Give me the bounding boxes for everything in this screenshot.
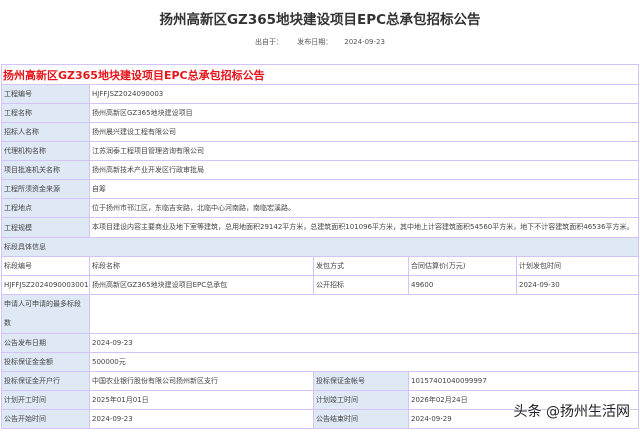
info-row: 工程地点 位于扬州市邗江区，东临吉安路，北临中心河南路，南临宏溪路。 (1, 198, 639, 218)
notice-start-label: 公告开始时间 (1, 409, 90, 429)
info-label: 项目批准机关名称 (1, 160, 90, 180)
deposit-label: 投标保证金金额 (1, 352, 90, 372)
info-row: 招标人名称 扬州晨兴建设工程有限公司 (1, 122, 639, 142)
info-value: 本项目建设内容主要商业及地下室等建筑，总用地面积29142平方米，总建筑面积10… (89, 217, 639, 238)
info-value: 扬州高新区GZ365地块建设项目 (89, 103, 639, 123)
date-label: 发布日期： (297, 38, 333, 46)
lot-header: 合同估算价(万元) (408, 256, 517, 276)
start-label: 计划开工时间 (1, 390, 90, 410)
lot-header: 计划发包时间 (516, 256, 639, 276)
notice-start-value: 2024-09-23 (89, 409, 314, 429)
publish-date: 2024-09-23 (344, 38, 385, 46)
info-label: 招标人名称 (1, 122, 90, 142)
info-value: HJFFJSZ2024090003 (89, 84, 639, 104)
lot-cell: HJFFJSZ2024090003001 (1, 275, 90, 295)
lot-header: 发包方式 (313, 256, 409, 276)
page-title: 扬州高新区GZ365地块建设项目EPC总承包招标公告 (159, 12, 481, 28)
info-row: 代理机构名称 江苏润泰工程项目管理咨询有限公司 (1, 141, 639, 161)
table-title: 扬州高新区GZ365地块建设项目EPC总承包招标公告 (1, 64, 639, 85)
lot-header: 标段编号 (1, 256, 90, 276)
account-label: 投标保证金帐号 (313, 371, 409, 391)
publish-date-label: 公告发布日期 (1, 333, 90, 353)
info-label: 工程编号 (1, 84, 90, 104)
info-value: 位于扬州市邗江区，东临吉安路，北临中心河南路，南临宏溪路。 (89, 198, 639, 218)
finish-label: 计划竣工时间 (313, 390, 409, 410)
info-value: 自筹 (89, 179, 639, 199)
info-row: 项目批准机关名称 扬州高新技术产业开发区行政审批局 (1, 160, 639, 180)
notice-table: 扬州高新区GZ365地块建设项目EPC总承包招标公告 工程编号 HJFFJSZ20… (1, 64, 639, 429)
info-value: 江苏润泰工程项目管理咨询有限公司 (89, 141, 639, 161)
bank-label: 投标保证金开户行 (1, 371, 90, 391)
info-row: 工程所须资金来源 自筹 (1, 179, 639, 199)
max-lots-label: 申请人可申请的最多标段数 (1, 294, 90, 334)
account-value: 10157401040099997 (408, 371, 639, 391)
lot-cell: 49600 (408, 275, 517, 295)
lot-header: 标段名称 (89, 256, 314, 276)
info-label: 工程所须资金来源 (1, 179, 90, 199)
section-label: 标段具体信息 (1, 237, 639, 257)
publish-meta: 出自于： 发布日期： 2024-09-23 (0, 37, 640, 47)
max-lots-value (89, 294, 639, 334)
info-label: 工程地点 (1, 198, 90, 218)
lot-cell: 扬州高新区GZ365地块建设项目EPC总承包 (89, 275, 314, 295)
lot-row: HJFFJSZ2024090003001 扬州高新区GZ365地块建设项目EPC… (1, 275, 639, 295)
watermark: 头条 @扬州生活网 (513, 404, 630, 420)
start-value: 2025年01月01日 (89, 390, 314, 410)
info-value: 扬州晨兴建设工程有限公司 (89, 122, 639, 142)
lot-cell: 2024-09-30 (516, 275, 639, 295)
info-value: 扬州高新技术产业开发区行政审批局 (89, 160, 639, 180)
info-row: 工程规模 本项目建设内容主要商业及地下室等建筑，总用地面积29142平方米，总建筑… (1, 217, 639, 238)
lot-cell: 公开招标 (313, 275, 409, 295)
bank-value: 中国农业银行股份有限公司扬州新区支行 (89, 371, 314, 391)
info-row: 工程名称 扬州高新区GZ365地块建设项目 (1, 103, 639, 123)
source-label: 出自于： (255, 38, 284, 46)
info-row: 工程编号 HJFFJSZ2024090003 (1, 84, 639, 104)
lot-header-row: 标段编号 标段名称 发包方式 合同估算价(万元) 计划发包时间 (1, 256, 639, 276)
notice-end-label: 公告结束时间 (313, 409, 409, 429)
info-label: 工程规模 (1, 217, 90, 238)
deposit-value: 500000元 (89, 352, 639, 372)
publish-date-value: 2024-09-23 (89, 333, 639, 353)
info-label: 代理机构名称 (1, 141, 90, 161)
info-label: 工程名称 (1, 103, 90, 123)
